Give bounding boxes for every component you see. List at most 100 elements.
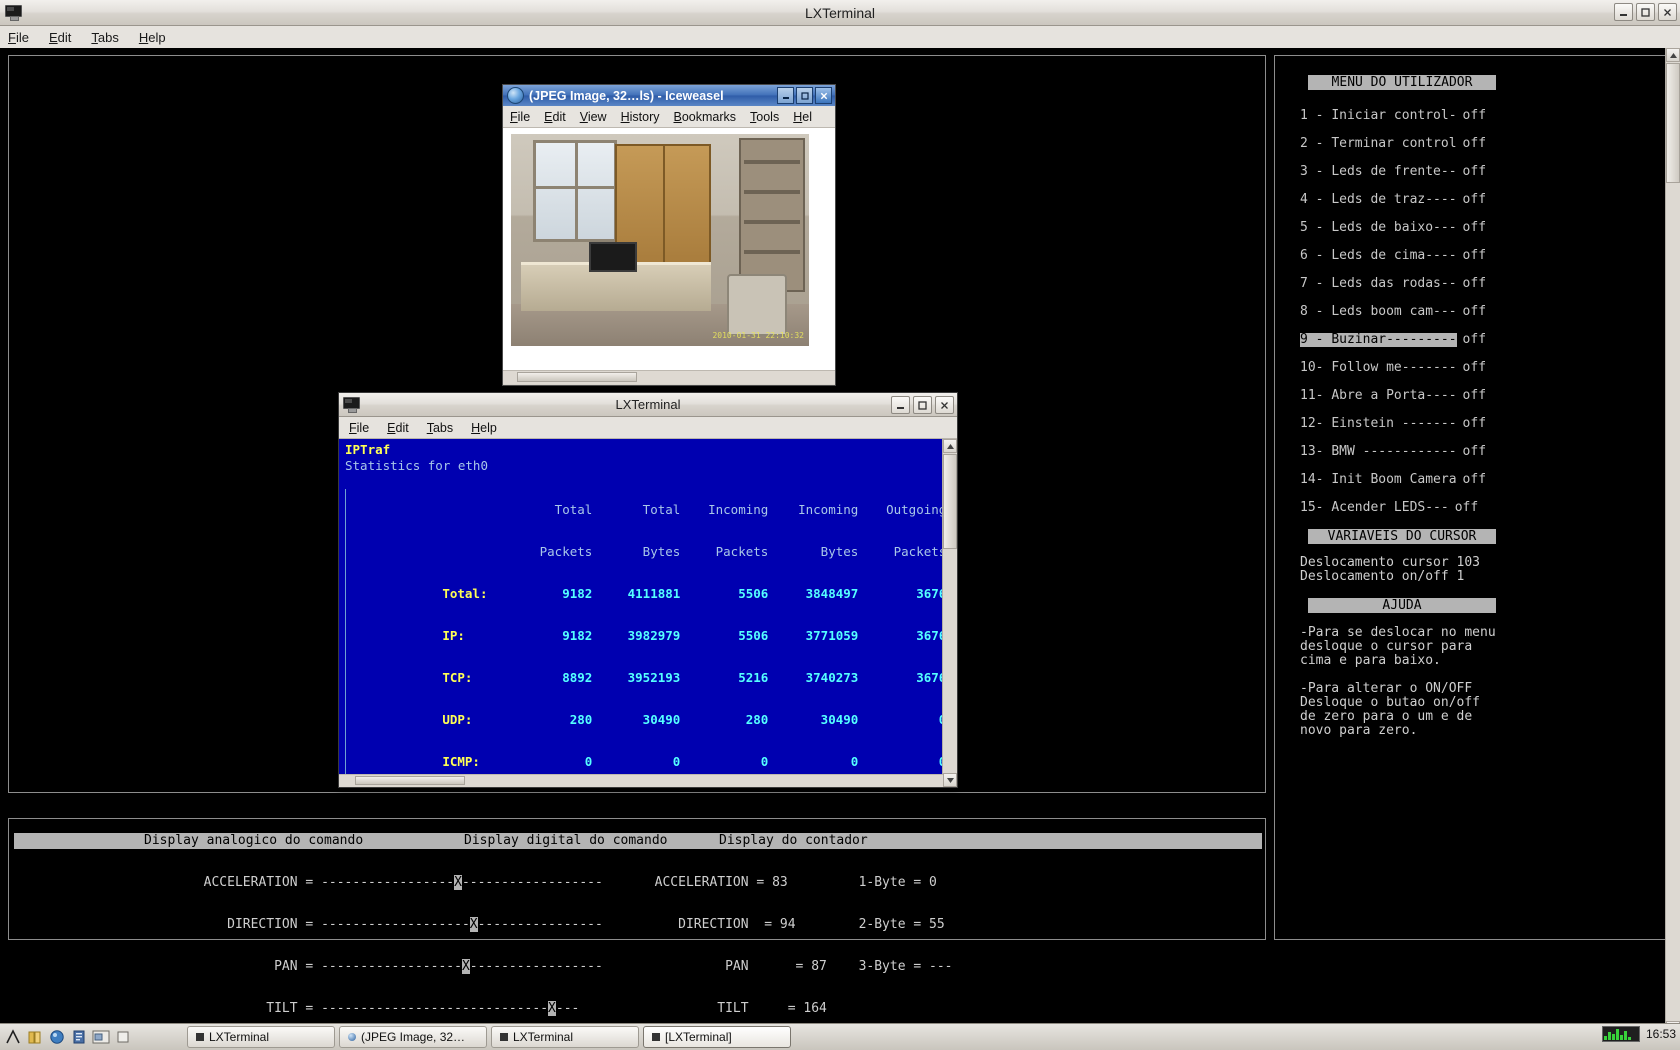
task-button[interactable]: (JPEG Image, 32… [339,1026,487,1048]
iptraf-minimize-button[interactable] [891,396,910,414]
user-menu-list[interactable]: 1 - Iniciar control- off 2 - Terminar co… [1300,109,1650,515]
menu-item-state[interactable]: off [1463,417,1486,431]
menu-item-12[interactable]: 12- Einstein ------- off [1300,417,1650,431]
menu-item-state[interactable]: off [1455,501,1478,515]
iptraf-titlebar[interactable]: LXTerminal [339,393,957,417]
workspace-2-icon[interactable] [113,1027,133,1047]
scroll-up-arrow[interactable] [1666,48,1680,62]
close-button[interactable] [1658,3,1677,21]
iptraf-menu-tabs[interactable]: Tabs [427,421,453,435]
menu-item-state[interactable]: off [1463,389,1486,403]
clock[interactable]: 16:53 [1646,1027,1676,1041]
menu-item-state[interactable]: off [1463,305,1486,319]
iptraf-close-button[interactable] [935,396,954,414]
digital-row: PAN = 87 [494,946,827,988]
menu-item-4[interactable]: 4 - Leds de traz---- off [1300,193,1650,207]
browser-minimize-button[interactable] [777,87,794,104]
browser-menu-history[interactable]: History [621,110,660,124]
main-menubar[interactable]: File Edit Tabs Help [0,26,1680,49]
menu-item-9[interactable]: 9 - Buzinar--------- off [1300,333,1650,347]
menu-item-8[interactable]: 8 - Leds boom cam--- off [1300,305,1650,319]
browser-horizontal-scrollbar[interactable] [503,370,835,384]
menu-item-state[interactable]: off [1463,221,1486,235]
browser-titlebar[interactable]: (JPEG Image, 32…ls) - Iceweasel [503,85,835,106]
row-label: IP: [442,628,465,643]
browser-menu-bookmarks[interactable]: Bookmarks [674,110,737,124]
menu-item-state[interactable]: off [1463,109,1486,123]
taskbar[interactable]: LXTerminal (JPEG Image, 32… LXTerminal [… [0,1023,1680,1050]
menu-item-state[interactable]: off [1463,277,1486,291]
menu-item-1[interactable]: 1 - Iniciar control- off [1300,109,1650,123]
browser-menu-help[interactable]: Hel [793,110,812,124]
text-editor-icon[interactable] [69,1027,89,1047]
workspace-1-icon[interactable] [91,1027,111,1047]
task-button[interactable]: LXTerminal [491,1026,639,1048]
iptraf-menu-help[interactable]: Help [471,421,497,435]
show-desktop-icon[interactable] [3,1027,23,1047]
main-titlebar[interactable]: LXTerminal [0,0,1680,26]
menu-item-15[interactable]: 15- Acender LEDS--- off [1300,501,1650,515]
menu-item-state[interactable]: off [1463,361,1486,375]
menu-item-state[interactable]: off [1463,193,1486,207]
browser-menu-file[interactable]: File [510,110,530,124]
menu-item-5[interactable]: 5 - Leds de baixo--- off [1300,221,1650,235]
menu-item-state[interactable]: off [1463,445,1486,459]
analog-marker: X [461,959,470,974]
menu-item-state[interactable]: off [1463,333,1486,347]
file-manager-icon[interactable] [25,1027,45,1047]
menu-item-state[interactable]: off [1463,165,1486,179]
browser-close-button[interactable] [815,87,832,104]
network-monitor-icon[interactable] [1601,1026,1640,1042]
menu-item-state[interactable]: off [1463,473,1486,487]
iptraf-menu-edit[interactable]: Edit [387,421,409,435]
iptraf-scrollbar-thumb[interactable] [943,454,957,549]
browser-menu-tools[interactable]: Tools [750,110,779,124]
minimize-button[interactable] [1614,3,1633,21]
iptraf-scroll-up-arrow[interactable] [943,439,957,453]
main-vertical-scrollbar[interactable] [1665,48,1680,1035]
iptraf-menu-file[interactable]: File [349,421,369,435]
iptraf-console[interactable]: IPTraf Statistics for eth0 Total Total Inc… [339,439,957,787]
browser-menu-view[interactable]: View [580,110,607,124]
menu-tabs[interactable]: Tabs [91,30,118,45]
browser-menubar[interactable]: File Edit View History Bookmarks Tools H… [503,106,835,128]
iptraf-menubar[interactable]: File Edit Tabs Help [339,417,957,439]
iptraf-scroll-down-arrow[interactable] [943,773,957,787]
terminal-icon [652,1033,660,1041]
display-counter-header: Display do contador [719,833,868,848]
menu-item-10[interactable]: 10- Follow me------- off [1300,361,1650,375]
spacer-1 [135,1027,155,1047]
menu-file[interactable]: File [8,30,29,45]
scrollbar-thumb[interactable] [1666,63,1680,183]
iptraf-vertical-scrollbar[interactable] [942,439,957,787]
iptraf-maximize-button[interactable] [913,396,932,414]
browser-icon[interactable] [47,1027,67,1047]
browser-maximize-button[interactable] [796,87,813,104]
cell: 0 [858,713,947,727]
analog-marker: X [469,917,478,932]
menu-item-2[interactable]: 2 - Terminar control off [1300,137,1650,151]
digital-row: DIRECTION = 94 [494,904,795,946]
iptraf-horizontal-scrollbar[interactable] [339,774,943,787]
iptraf-window-controls[interactable] [891,396,954,414]
menu-item-3[interactable]: 3 - Leds de frente-- off [1300,165,1650,179]
menu-edit[interactable]: Edit [49,30,71,45]
menu-item-7[interactable]: 7 - Leds das rodas-- off [1300,277,1650,291]
browser-window-controls[interactable] [777,87,832,104]
task-button[interactable]: LXTerminal [187,1026,335,1048]
menu-help[interactable]: Help [139,30,166,45]
menu-item-state[interactable]: off [1463,249,1486,263]
menu-item-6[interactable]: 6 - Leds de cima---- off [1300,249,1650,263]
menu-item-13[interactable]: 13- BMW ------------ off [1300,445,1650,459]
main-window-controls[interactable] [1614,3,1677,21]
menu-item-14[interactable]: 14- Init Boom Camera off [1300,473,1650,487]
menu-item-11[interactable]: 11- Abre a Porta---- off [1300,389,1650,403]
menu-item-label: Abre a Porta---- [1331,388,1457,403]
system-tray[interactable]: 16:53 [1601,1026,1676,1042]
task-list[interactable]: LXTerminal (JPEG Image, 32… LXTerminal [… [187,1026,791,1048]
menu-item-state[interactable]: off [1463,137,1486,151]
task-button[interactable]: [LXTerminal] [643,1026,791,1048]
launcher-area[interactable] [0,1027,177,1047]
browser-menu-edit[interactable]: Edit [544,110,566,124]
maximize-button[interactable] [1636,3,1655,21]
